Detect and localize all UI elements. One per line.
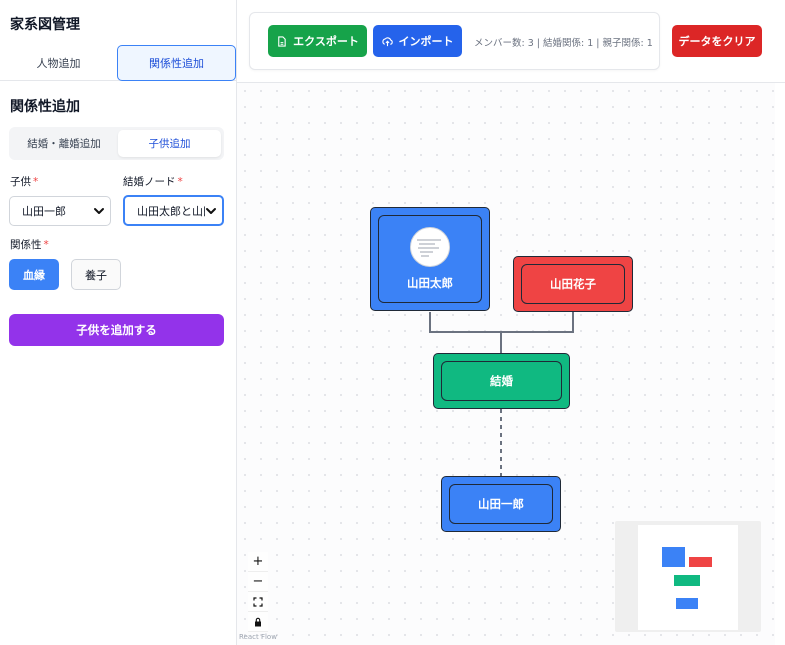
child-select[interactable]: 山田一郎 (9, 196, 111, 226)
node-inner: 山田太郎 (378, 215, 482, 303)
export-label: エクスポート (293, 35, 359, 48)
file-icon (278, 35, 286, 47)
lock-button[interactable] (248, 612, 268, 632)
minimap[interactable] (615, 521, 761, 632)
node-inner: 結婚 (441, 361, 562, 401)
avatar (410, 227, 450, 267)
marriage-node-label-text: 結婚ノード (123, 176, 176, 188)
stats-text: メンバー数: 3 | 結婚関係: 1 | 親子関係: 1 (474, 38, 653, 49)
marriage-node-field-label: 結婚ノード * (123, 174, 183, 189)
person-node-ichiro[interactable]: 山田一郎 (441, 476, 561, 532)
flow-controls: + − (248, 552, 268, 632)
react-flow-attribution[interactable]: React Flow (239, 633, 277, 641)
zoom-in-button[interactable]: + (248, 552, 268, 572)
import-button[interactable]: インポート (373, 25, 462, 57)
relation-adopted-button[interactable]: 養子 (71, 259, 121, 290)
app-title: 家系図管理 (10, 17, 80, 33)
marriage-node-select[interactable]: 山田太郎と山田花子 (123, 195, 224, 226)
node-label: 山田一郎 (478, 497, 524, 511)
person-node-hanako[interactable]: 山田花子 (513, 256, 633, 312)
required-mark: * (177, 176, 183, 188)
tab-add-person[interactable]: 人物追加 (0, 45, 117, 81)
fit-view-button[interactable] (248, 592, 268, 612)
subtab-marriage[interactable]: 結婚・離婚追加 (12, 130, 116, 157)
person-node-taro[interactable]: 山田太郎 (370, 207, 490, 311)
add-child-button[interactable]: 子供を追加する (9, 314, 224, 346)
child-field-label: 子供 * (10, 174, 38, 189)
node-label: 山田花子 (550, 277, 596, 291)
chevron-down-icon (206, 208, 216, 214)
minimap-node-ichiro (676, 598, 698, 609)
chevron-down-icon (94, 208, 104, 214)
import-label: インポート (398, 35, 454, 48)
node-inner: 山田花子 (521, 264, 625, 304)
relationship-subtabs: 結婚・離婚追加 子供追加 (9, 127, 224, 160)
main-tabs: 人物追加 関係性追加 (0, 45, 237, 81)
node-label: 山田太郎 (407, 276, 453, 290)
node-inner: 山田一郎 (449, 484, 553, 524)
relation-field-label: 関係性 * (10, 237, 49, 252)
required-mark: * (43, 239, 49, 251)
relation-blood-button[interactable]: 血縁 (9, 259, 59, 290)
toolbar: エクスポート インポート メンバー数: 3 | 結婚関係: 1 | 親子関係: … (249, 12, 660, 70)
zoom-out-button[interactable]: − (248, 572, 268, 592)
upload-icon (381, 36, 393, 46)
sidebar: 家系図管理 人物追加 関係性追加 関係性追加 結婚・離婚追加 子供追加 子供 * … (0, 0, 237, 645)
minimap-node-hanako (689, 557, 712, 567)
lock-icon (255, 617, 261, 626)
node-label: 結婚 (490, 374, 513, 388)
avatar-image (417, 239, 441, 257)
fit-view-icon (253, 596, 263, 607)
relation-label-text: 関係性 (10, 239, 42, 251)
minimap-node-taro (662, 547, 685, 567)
marriage-node[interactable]: 結婚 (433, 353, 570, 409)
export-button[interactable]: エクスポート (268, 25, 367, 57)
child-select-value: 山田一郎 (22, 205, 66, 218)
child-label-text: 子供 (10, 176, 31, 188)
section-title: 関係性追加 (10, 99, 80, 115)
minimap-node-marriage (674, 575, 700, 586)
clear-data-button[interactable]: データをクリア (672, 25, 762, 57)
marriage-node-select-value: 山田太郎と山田花子 (137, 204, 205, 218)
spouse-edge (429, 312, 574, 333)
tab-add-relationship[interactable]: 関係性追加 (117, 45, 236, 81)
required-mark: * (33, 176, 39, 188)
subtab-child[interactable]: 子供追加 (118, 130, 221, 157)
